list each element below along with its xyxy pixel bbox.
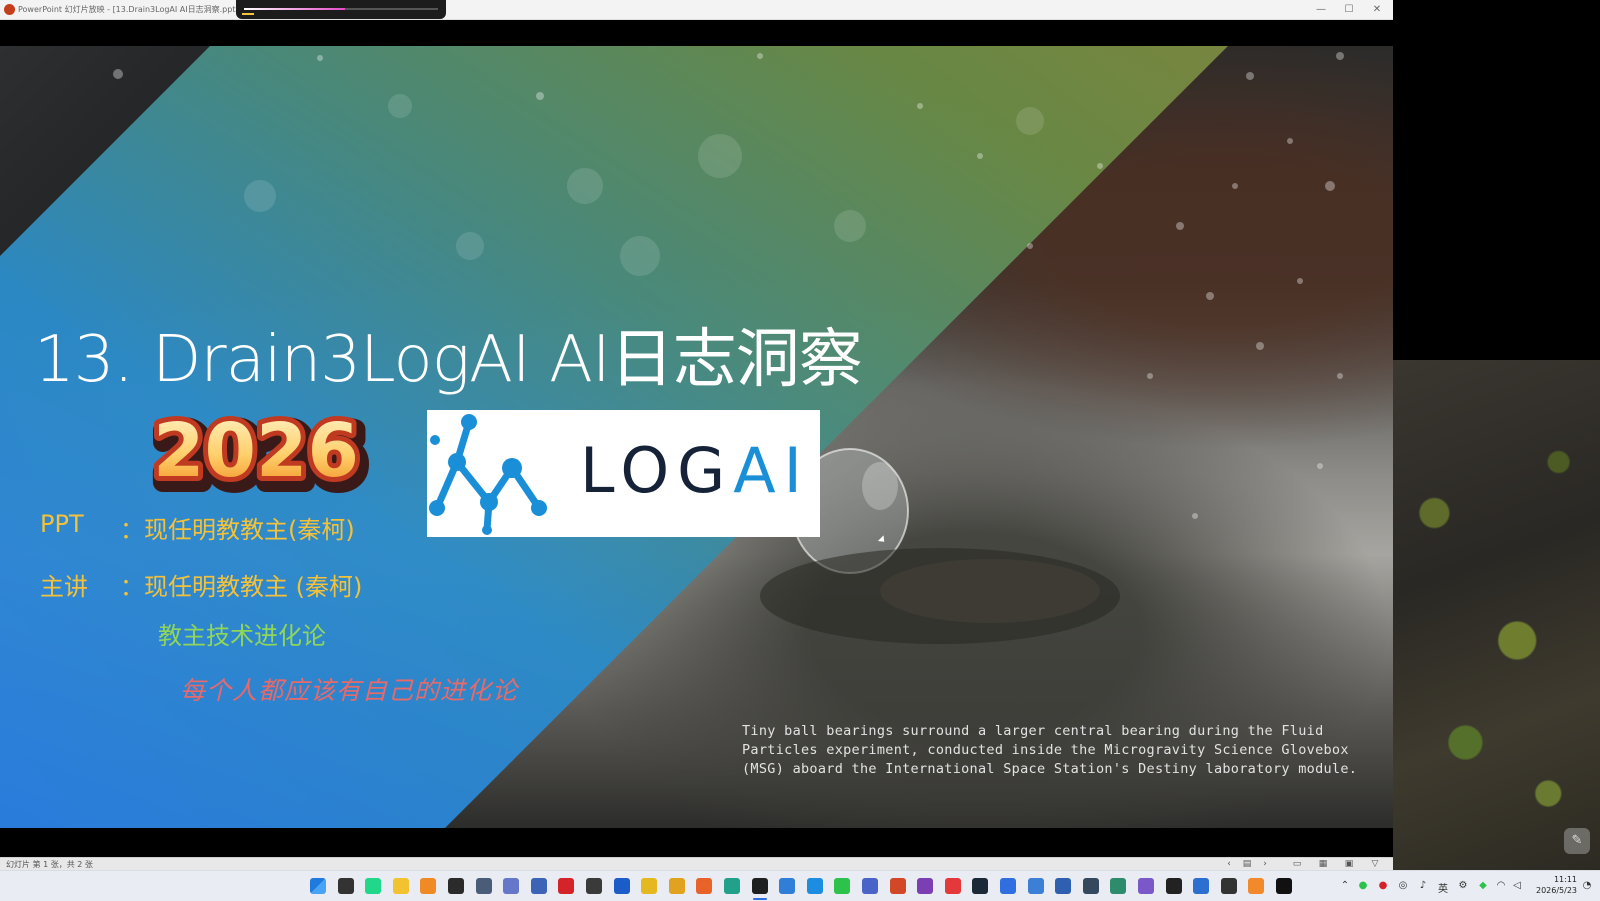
- powerpoint-slideshow-window: PowerPoint 幻灯片放映 - [13.Drain3LogAI AI日志洞…: [0, 0, 1393, 871]
- motto-text: 每个人都应该有自己的进化论: [180, 676, 519, 705]
- desktop-wallpaper: [1393, 360, 1600, 870]
- slide-canvas[interactable]: 13. Drain3LogAI AI日志洞察 2026 2026 2026 LO…: [0, 46, 1393, 828]
- tray-recorder-icon[interactable]: ●: [1376, 880, 1390, 891]
- recording-progress-overlay: [236, 0, 446, 19]
- clock-date: 2026/5/23: [1536, 886, 1578, 895]
- taskbar-onenote-icon[interactable]: [917, 878, 933, 894]
- taskbar-terminal-icon[interactable]: [448, 878, 464, 894]
- powerpoint-app-icon: [4, 4, 15, 15]
- ppt-label: PPT: [40, 510, 84, 538]
- normal-view-icon[interactable]: ▭: [1290, 859, 1304, 869]
- tray-mic-icon[interactable]: ♪: [1416, 880, 1430, 891]
- taskbar-media-player-icon[interactable]: [1276, 878, 1292, 894]
- taskbar-steam-icon[interactable]: [972, 878, 988, 894]
- logo-text-ai: AI: [733, 434, 810, 507]
- taskbar-meet-icon[interactable]: [779, 878, 795, 894]
- reading-view-icon[interactable]: ▣: [1342, 859, 1356, 869]
- taskbar-network-monitor-icon[interactable]: [1110, 878, 1126, 894]
- taskbar-virtualbox-icon[interactable]: [1055, 878, 1071, 894]
- taskbar-vpn-icon[interactable]: [1000, 878, 1016, 894]
- taskbar-putty-icon[interactable]: [1083, 878, 1099, 894]
- speaker-label: 主讲: [40, 573, 88, 601]
- taskbar-edge-icon[interactable]: [724, 878, 740, 894]
- taskbar-recorder-icon[interactable]: [558, 878, 574, 894]
- taskbar-wireshark-icon[interactable]: [1028, 878, 1044, 894]
- taskbar-powerpoint-active-icon[interactable]: [752, 878, 768, 894]
- taskbar-cmd-icon[interactable]: [1221, 878, 1237, 894]
- logo-text-log: LOG: [580, 434, 734, 507]
- taskbar-music-icon[interactable]: [945, 878, 961, 894]
- taskbar-vscode-like-icon[interactable]: [807, 878, 823, 894]
- taskbar-notion-icon[interactable]: [1166, 878, 1182, 894]
- taskbar-task-view-icon[interactable]: [338, 878, 354, 894]
- ppt-author: ：现任明教教主(秦柯): [120, 516, 355, 544]
- tray-wechat-icon[interactable]: ●: [1356, 880, 1370, 891]
- taskbar-browser-2-icon[interactable]: [1138, 878, 1154, 894]
- tray-volume-icon[interactable]: ◁: [1510, 880, 1524, 891]
- logai-wordmark: LOGAI: [580, 434, 810, 507]
- close-icon[interactable]: ✕: [1364, 2, 1390, 17]
- tray-ime-indicator[interactable]: 英: [1436, 880, 1450, 895]
- taskbar-sublime-icon[interactable]: [420, 878, 436, 894]
- taskbar-file-explorer-icon[interactable]: [393, 878, 409, 894]
- image-caption: Tiny ball bearings surround a larger cen…: [742, 723, 1358, 777]
- windows-taskbar: ⌃ ● ● ◎ ♪ 英 ⚙ ◆ ◠ ◁ 11:11 2026/5/23 ◔: [0, 870, 1600, 901]
- tray-chevron-icon[interactable]: ⌃: [1338, 880, 1352, 891]
- maximize-icon[interactable]: ☐: [1336, 2, 1362, 17]
- next-slide-icon[interactable]: ›: [1258, 859, 1272, 869]
- taskbar-zoom-it-icon[interactable]: [614, 878, 630, 894]
- prev-slide-icon[interactable]: ‹: [1222, 859, 1236, 869]
- clock-time: 11:11: [1553, 875, 1578, 884]
- taskbar-hyper-v-icon[interactable]: [531, 878, 547, 894]
- tray-settings-icon[interactable]: ⚙: [1456, 880, 1470, 891]
- desktop-widget-icon[interactable]: ✎: [1564, 828, 1590, 854]
- year-2026-badge: 2026 2026 2026: [147, 403, 373, 510]
- taskbar-store-icon[interactable]: [1248, 878, 1264, 894]
- taskbar-wechat-icon[interactable]: [834, 878, 850, 894]
- notification-bell-icon[interactable]: ◔: [1580, 880, 1594, 891]
- taskbar-remote-desktop-icon[interactable]: [476, 878, 492, 894]
- taskbar-obs-icon[interactable]: [586, 878, 602, 894]
- logai-network-icon: [429, 414, 547, 535]
- notes-icon[interactable]: ▤: [1240, 859, 1254, 869]
- tray-app-icon[interactable]: ◆: [1476, 880, 1490, 891]
- series-tagline: 教主技术进化论: [158, 622, 326, 650]
- minimize-icon[interactable]: —: [1308, 2, 1334, 17]
- taskbar-teams-icon[interactable]: [862, 878, 878, 894]
- slide-counter: 幻灯片 第 1 张，共 2 张: [6, 860, 93, 869]
- progress-track: [244, 8, 438, 10]
- slide-title: 13. Drain3LogAI AI日志洞察: [34, 323, 863, 397]
- taskbar-code-editor-icon[interactable]: [1193, 878, 1209, 894]
- tray-wifi-icon[interactable]: ◠: [1494, 880, 1508, 891]
- year-badge-text: 2026: [153, 408, 359, 494]
- status-bar: 幻灯片 第 1 张，共 2 张 ‹ ▤ › ▭ ▦ ▣ ▽: [0, 857, 1393, 871]
- tray-network-icon[interactable]: ◎: [1396, 880, 1410, 891]
- desktop-background-top: [1393, 0, 1600, 360]
- taskbar-powerpoint-icon[interactable]: [890, 878, 906, 894]
- progress-fill: [244, 8, 345, 10]
- taskbar-chrome-icon[interactable]: [669, 878, 685, 894]
- taskbar-wechat-dev-icon[interactable]: [641, 878, 657, 894]
- taskbar-firefox-icon[interactable]: [696, 878, 712, 894]
- progress-marker: [242, 13, 254, 15]
- taskbar-start-icon[interactable]: [310, 878, 326, 894]
- title-bar[interactable]: PowerPoint 幻灯片放映 - [13.Drain3LogAI AI日志洞…: [0, 0, 1393, 20]
- tray-clock[interactable]: 11:11 2026/5/23: [1536, 874, 1577, 896]
- slide-sorter-icon[interactable]: ▦: [1316, 859, 1330, 869]
- logai-logo: LOGAI: [427, 410, 820, 537]
- slideshow-icon[interactable]: ▽: [1368, 859, 1382, 869]
- taskbar-network-tool-icon[interactable]: [503, 878, 519, 894]
- taskbar-pycharm-icon[interactable]: [365, 878, 381, 894]
- speaker-name: ：现任明教教主 (秦柯): [120, 573, 363, 601]
